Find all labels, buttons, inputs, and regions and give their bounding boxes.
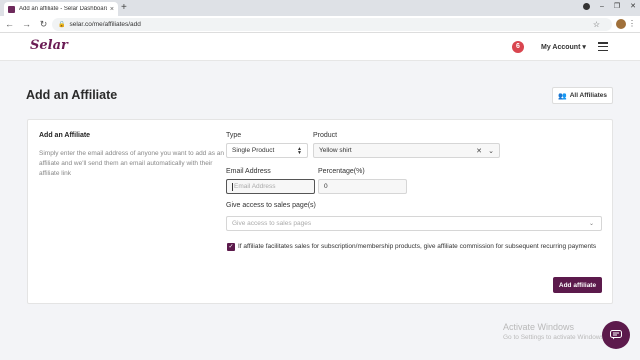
email-field[interactable]: Email Address — [226, 179, 315, 194]
email-placeholder: Email Address — [234, 183, 276, 190]
clear-icon[interactable]: ✕ — [476, 147, 482, 155]
percentage-label: Percentage(%) — [318, 168, 365, 175]
browser-tab[interactable]: Add an affiliate - Selar Dashboard × — [4, 2, 118, 16]
product-select[interactable]: Yellow shirt ✕ ⌄ — [313, 143, 500, 158]
sales-pages-select[interactable]: Give access to sales pages ⌄ — [226, 216, 602, 231]
add-affiliate-card: Add an Affiliate Simply enter the email … — [27, 119, 613, 304]
back-button[interactable]: ← — [2, 19, 17, 29]
recurring-commission-text: If affiliate facilitates sales for subsc… — [238, 243, 597, 250]
chevron-down-icon[interactable]: ⌄ — [488, 147, 494, 155]
select-arrows-icon: ▲ ▼ — [297, 145, 302, 156]
reload-button[interactable]: ↻ — [36, 19, 51, 30]
product-value: Yellow shirt — [319, 147, 352, 154]
sales-pages-label: Give access to sales page(s) — [226, 202, 316, 209]
sales-pages-placeholder: Give access to sales pages — [232, 220, 312, 227]
browser-menu-icon[interactable]: ⋮ — [628, 19, 636, 28]
activate-windows-watermark: Activate Windows Go to Settings to activ… — [503, 322, 606, 341]
window-controls: – ❐ ✕ — [582, 2, 636, 10]
minimize-button[interactable]: – — [600, 3, 604, 10]
percentage-value: 0 — [324, 183, 328, 190]
chat-bubble-icon[interactable] — [602, 321, 630, 349]
record-icon[interactable] — [582, 2, 590, 10]
close-window-button[interactable]: ✕ — [630, 2, 636, 10]
browser-address-bar: ← → ↻ 🔒 selar.co/me/affiliates/add ☆ — [0, 16, 640, 33]
chat-icon — [610, 330, 622, 340]
notification-badge[interactable]: 6 — [512, 41, 524, 53]
text-caret — [232, 182, 233, 191]
my-account-dropdown[interactable]: My Account ▾ — [541, 43, 586, 51]
users-icon: 👥 — [557, 92, 567, 100]
maximize-button[interactable]: ❐ — [614, 2, 620, 10]
profile-avatar[interactable] — [616, 19, 626, 29]
type-select[interactable]: Single Product ▲ ▼ — [226, 143, 308, 158]
page-title: Add an Affiliate — [26, 88, 118, 102]
section-title: Add an Affiliate — [39, 132, 91, 139]
app-header: Selar 6 My Account ▾ — [0, 33, 640, 61]
add-affiliate-button[interactable]: Add affiliate — [553, 277, 602, 293]
url-input[interactable]: 🔒 selar.co/me/affiliates/add ☆ — [52, 18, 612, 31]
all-affiliates-label: All Affiliates — [569, 92, 608, 99]
hamburger-menu-icon[interactable] — [598, 42, 608, 51]
type-label: Type — [226, 132, 242, 139]
browser-tab-bar: Add an affiliate - Selar Dashboard × + –… — [0, 0, 640, 16]
selar-logo[interactable]: Selar — [30, 38, 68, 53]
tab-title: Add an affiliate - Selar Dashboard — [19, 6, 107, 12]
product-label: Product — [313, 132, 338, 139]
forward-button[interactable]: → — [19, 19, 34, 29]
url-text: selar.co/me/affiliates/add — [69, 21, 141, 28]
tab-close-icon[interactable]: × — [110, 6, 114, 13]
section-description: Simply enter the email address of anyone… — [39, 150, 224, 177]
all-affiliates-button[interactable]: 👥 All Affiliates — [552, 87, 613, 104]
email-label: Email Address — [226, 168, 271, 175]
chevron-down-icon: ⌄ — [588, 221, 594, 227]
recurring-commission-checkbox[interactable]: ✓ — [227, 243, 235, 251]
bookmark-star-icon[interactable]: ☆ — [593, 20, 600, 29]
watermark-line1: Activate Windows — [503, 322, 575, 332]
selar-favicon-icon — [8, 5, 15, 13]
type-value: Single Product — [232, 147, 275, 154]
watermark-line2: Go to Settings to activate Windows. — [503, 334, 606, 341]
percentage-field[interactable]: 0 — [318, 179, 407, 194]
new-tab-button[interactable]: + — [121, 2, 127, 14]
lock-icon: 🔒 — [58, 22, 66, 28]
